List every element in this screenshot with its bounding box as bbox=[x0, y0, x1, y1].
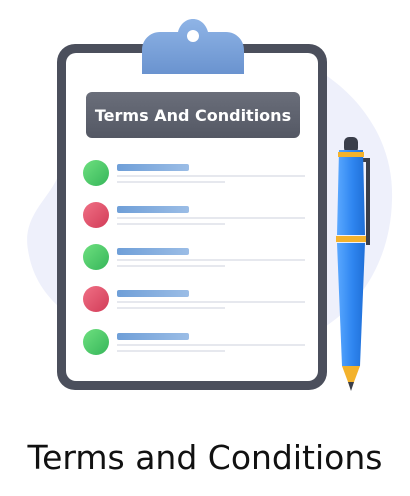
item-title-line bbox=[117, 206, 189, 213]
terms-illustration: Terms And Conditions bbox=[27, 19, 393, 391]
clip-hole bbox=[187, 30, 199, 42]
status-dot-accepted bbox=[83, 244, 109, 270]
header-banner: Terms And Conditions bbox=[86, 92, 300, 138]
item-line bbox=[117, 217, 305, 219]
item-title-line bbox=[117, 290, 189, 297]
item-line bbox=[117, 350, 225, 352]
item-line bbox=[117, 259, 305, 261]
item-line bbox=[117, 301, 305, 303]
item-title-line bbox=[117, 164, 189, 171]
status-dot-accepted bbox=[83, 160, 109, 186]
caption-title: Terms and Conditions bbox=[27, 438, 383, 477]
status-dot-accepted bbox=[83, 329, 109, 355]
item-line bbox=[117, 175, 305, 177]
clip bbox=[142, 19, 244, 74]
item-line bbox=[117, 344, 305, 346]
item-line bbox=[117, 223, 225, 225]
status-dot-rejected bbox=[83, 202, 109, 228]
status-dot-rejected bbox=[83, 286, 109, 312]
header-label: Terms And Conditions bbox=[95, 106, 291, 125]
item-title-line bbox=[117, 248, 189, 255]
item-line bbox=[117, 265, 225, 267]
item-line bbox=[117, 307, 225, 309]
item-title-line bbox=[117, 333, 189, 340]
item-line bbox=[117, 181, 225, 183]
